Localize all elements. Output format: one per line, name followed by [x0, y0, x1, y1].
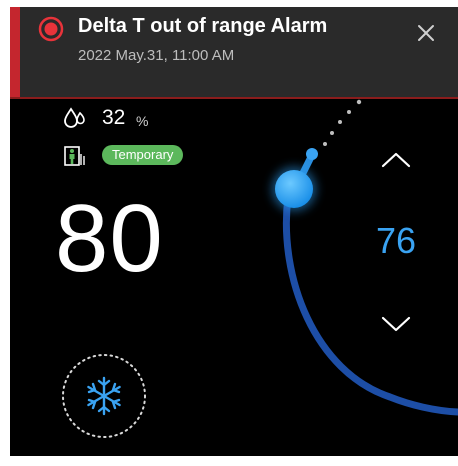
- humidity-unit: %: [136, 113, 149, 129]
- thermostat-screen: Delta T out of range Alarm 2022 May.31, …: [10, 7, 458, 456]
- current-temperature: 80: [55, 185, 164, 292]
- setpoint-value: 76: [375, 220, 417, 261]
- chevron-down-icon[interactable]: [378, 311, 414, 337]
- humidity-icon: [64, 107, 85, 128]
- snowflake-icon: [87, 376, 121, 416]
- chevron-up-icon[interactable]: [378, 147, 414, 173]
- dial-knob[interactable]: [275, 170, 313, 208]
- dial-handle-tip[interactable]: [306, 148, 318, 160]
- status-badge: Temporary: [102, 145, 184, 165]
- mode-button[interactable]: [60, 352, 148, 440]
- humidity-value: 32: [102, 106, 126, 129]
- occupancy-icon: [64, 146, 85, 166]
- dial-range-dots: [323, 99, 362, 146]
- page-indicator: [205, 451, 299, 456]
